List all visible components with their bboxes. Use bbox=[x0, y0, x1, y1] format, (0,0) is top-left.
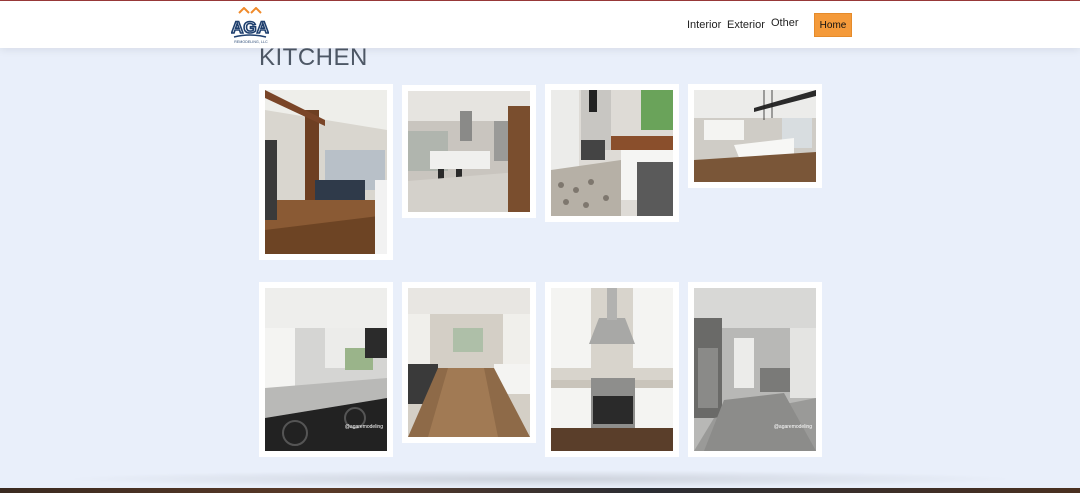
kitchen-photo-image bbox=[265, 90, 387, 254]
gallery-photo-6[interactable] bbox=[402, 282, 536, 443]
photo-watermark: @agaremodeling bbox=[345, 424, 383, 430]
page-title: KITCHEN bbox=[259, 44, 368, 71]
nav-home-button[interactable]: Home bbox=[814, 13, 852, 37]
svg-text:AGA: AGA bbox=[231, 18, 269, 37]
kitchen-photo-image: @agaremodeling bbox=[265, 288, 387, 451]
nav-other-link[interactable]: Other bbox=[771, 11, 801, 35]
gallery-photo-5[interactable]: @agaremodeling bbox=[259, 282, 393, 457]
gallery-photo-8[interactable]: @agaremodeling bbox=[688, 282, 822, 457]
kitchen-photo-image bbox=[694, 90, 816, 182]
gallery-photo-7[interactable] bbox=[545, 282, 679, 457]
gallery-photo-3[interactable] bbox=[545, 84, 679, 222]
footer-shadow bbox=[60, 470, 1020, 488]
logo-subtext: REMODELING, LLC bbox=[234, 40, 268, 44]
gallery-photo-2[interactable] bbox=[402, 85, 536, 218]
kitchen-photo-image bbox=[408, 288, 530, 437]
nav-interior-link[interactable]: Interior bbox=[687, 13, 727, 37]
gallery-photo-1[interactable] bbox=[259, 84, 393, 260]
nav-exterior-link[interactable]: Exterior bbox=[727, 13, 767, 37]
gallery-photo-4[interactable] bbox=[688, 84, 822, 188]
kitchen-photo-image bbox=[551, 288, 673, 451]
footer-strip bbox=[0, 488, 1080, 493]
kitchen-photo-image bbox=[408, 91, 530, 212]
photo-watermark: @agaremodeling bbox=[774, 424, 812, 430]
kitchen-photo-image: @agaremodeling bbox=[694, 288, 816, 451]
kitchen-photo-image bbox=[551, 90, 673, 216]
site-header: AGA REMODELING, LLC Interior Exterior Ot… bbox=[0, 1, 1080, 48]
